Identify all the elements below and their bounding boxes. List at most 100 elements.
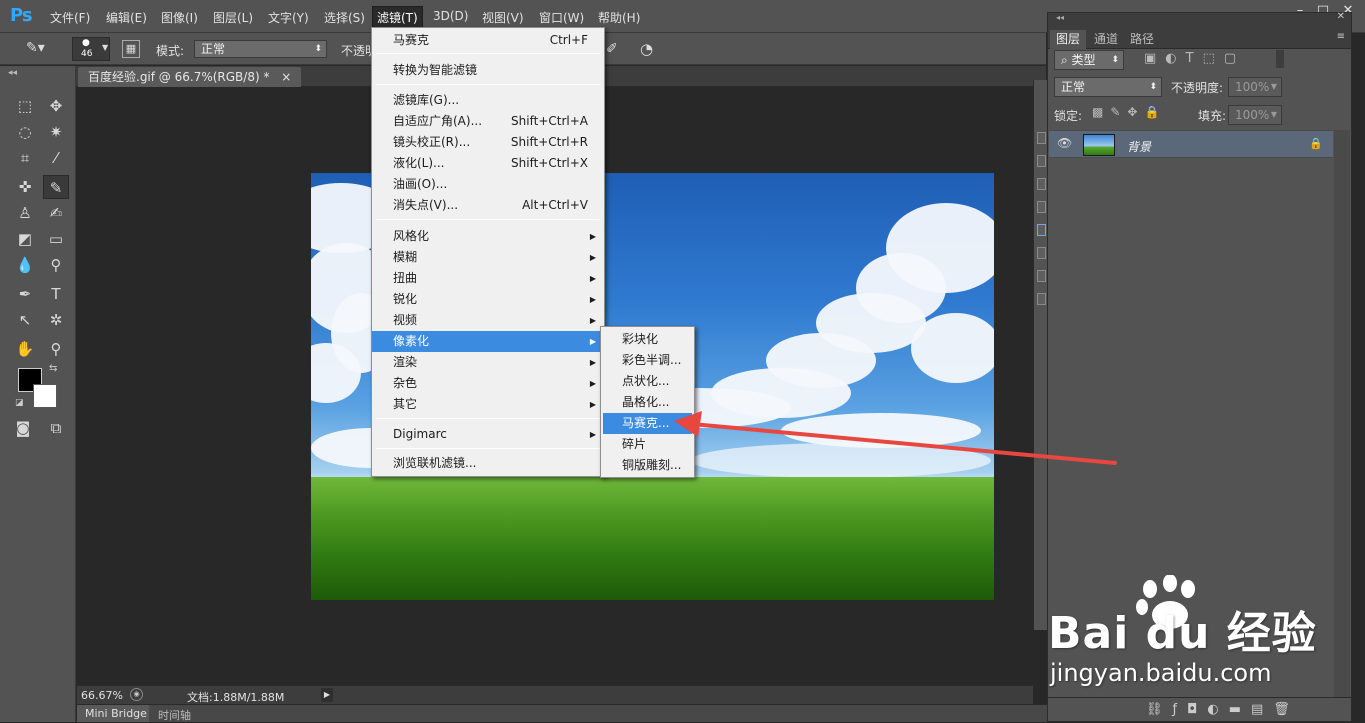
blur-tool-icon[interactable]: 💧 xyxy=(12,253,38,277)
chevron-down-icon: ▼ xyxy=(102,43,109,52)
eyedropper-icon[interactable]: ⁄ xyxy=(43,146,69,170)
dodge-tool-icon[interactable]: ⚲ xyxy=(43,253,69,277)
menu-item-video[interactable]: 视频 ▶ xyxy=(372,310,604,331)
type-tool-icon[interactable]: T xyxy=(43,282,69,306)
brush-panel-icon[interactable]: ▦ xyxy=(122,40,140,58)
strip-item[interactable] xyxy=(1037,155,1046,167)
play-arrow-icon[interactable]: ▶ xyxy=(321,688,333,702)
close-tab-icon[interactable]: × xyxy=(281,70,291,84)
menu-image[interactable]: 图像(I) xyxy=(161,9,198,26)
share-icon[interactable]: ◉ xyxy=(130,688,143,701)
menu-item-render[interactable]: 渲染 ▶ xyxy=(372,352,604,373)
background-color-swatch[interactable] xyxy=(33,384,57,408)
quick-mask-icon[interactable]: ◙ xyxy=(10,416,36,440)
menu-item-oil-paint[interactable]: 油画(O)... xyxy=(372,174,604,195)
default-colors-icon[interactable]: ◪ xyxy=(15,398,24,408)
menu-item-digimarc[interactable]: Digimarc ▶ xyxy=(372,424,604,445)
menu-window[interactable]: 窗口(W) xyxy=(539,9,584,26)
move-tool-icon[interactable]: ✥ xyxy=(43,94,69,118)
filter-toggle[interactable] xyxy=(1276,50,1284,68)
tab-mini-bridge[interactable]: Mini Bridge xyxy=(85,707,147,720)
menu-filter[interactable]: 滤镜(T) xyxy=(372,6,423,28)
zoom-level[interactable]: 66.67% xyxy=(81,689,123,702)
pen-tool-icon[interactable]: ✒ xyxy=(12,282,38,306)
menu-item-browse-filters[interactable]: 浏览联机滤镜... xyxy=(372,453,604,474)
layer-row[interactable]: 👁 背景 🔒 xyxy=(1049,130,1333,158)
pressure-icon[interactable]: ◔ xyxy=(640,40,653,58)
menu-type[interactable]: 文字(Y) xyxy=(268,9,309,26)
path-select-icon[interactable]: ↖ xyxy=(12,308,38,332)
tab-channels[interactable]: 通道 xyxy=(1088,30,1124,49)
opacity-input[interactable]: 100% ▼ xyxy=(1228,77,1282,97)
lasso-tool-icon[interactable]: ◌ xyxy=(12,120,38,144)
tab-timeline[interactable]: 时间轴 xyxy=(158,707,191,723)
submenu-item-color-halftone[interactable]: 彩色半调... xyxy=(603,350,692,371)
panel-menu-icon[interactable]: ≡ xyxy=(1337,31,1345,42)
strip-item[interactable] xyxy=(1037,270,1046,282)
menu-item-smart-filter[interactable]: 转换为智能滤镜 xyxy=(372,60,604,81)
healing-brush-icon[interactable]: ✜ xyxy=(12,175,38,199)
submenu-item-facet[interactable]: 彩块化 xyxy=(603,329,692,350)
magic-wand-icon[interactable]: ✷ xyxy=(43,120,69,144)
strip-item[interactable] xyxy=(1037,247,1046,259)
gradient-tool-icon[interactable]: ▭ xyxy=(43,227,69,251)
hand-tool-icon[interactable]: ✋ xyxy=(12,337,38,361)
airbrush-icon[interactable]: ✐ xyxy=(606,41,618,57)
menu-item-vanishing-point[interactable]: 消失点(V)... Alt+Ctrl+V xyxy=(372,195,604,216)
menu-view[interactable]: 视图(V) xyxy=(482,9,524,26)
strip-item[interactable] xyxy=(1037,132,1046,144)
close-panel-icon[interactable]: ✕ xyxy=(1337,11,1345,22)
stamp-tool-icon[interactable]: ♙ xyxy=(12,201,38,225)
brush-tool-icon[interactable]: ✎ xyxy=(43,175,69,199)
photoshop-logo: Ps xyxy=(10,5,33,26)
fill-input[interactable]: 100% ▼ xyxy=(1228,105,1282,125)
collapse-icon[interactable]: ◂◂ xyxy=(8,68,17,78)
menu-item-filter-gallery[interactable]: 滤镜库(G)... xyxy=(372,90,604,111)
menu-item-adaptive-wide-angle[interactable]: 自适应广角(A)... Shift+Ctrl+A xyxy=(372,111,604,132)
history-brush-icon[interactable]: ✍ xyxy=(43,201,69,225)
shape-tool-icon[interactable]: ✲ xyxy=(43,308,69,332)
blend-mode-select[interactable]: 正常 ⬍ xyxy=(1054,77,1162,97)
menu-item-pixelate[interactable]: 像素化 ▶ xyxy=(372,331,604,352)
lock-icons[interactable]: ▩✎✥🔒 xyxy=(1092,105,1166,119)
menu-select[interactable]: 选择(S) xyxy=(324,9,365,26)
strip-item[interactable] xyxy=(1037,201,1046,213)
strip-item[interactable] xyxy=(1037,224,1046,236)
menu-item-liquify[interactable]: 液化(L)... Shift+Ctrl+X xyxy=(372,153,604,174)
menu-item-stylize[interactable]: 风格化 ▶ xyxy=(372,226,604,247)
layer-name[interactable]: 背景 xyxy=(1127,138,1151,155)
menu-item-lens-correction[interactable]: 镜头校正(R)... Shift+Ctrl+R xyxy=(372,132,604,153)
strip-item[interactable] xyxy=(1037,178,1046,190)
tab-layers[interactable]: 图层 xyxy=(1050,30,1087,49)
menu-layer[interactable]: 图层(L) xyxy=(213,9,253,26)
submenu-item-pointillize[interactable]: 点状化... xyxy=(603,371,692,392)
document-tab[interactable]: 百度经验.gif @ 66.7%(RGB/8) * × xyxy=(78,67,302,87)
layer-filter-select[interactable]: ⌕ 类型 ⬍ xyxy=(1054,50,1124,70)
crop-tool-icon[interactable]: ⌗ xyxy=(12,146,38,170)
strip-item[interactable] xyxy=(1037,293,1046,305)
filter-icons[interactable]: ▣◐T⬚▢ xyxy=(1144,51,1245,66)
layer-action-icons[interactable]: ⛓ƒ◘◐▬▤🗑 xyxy=(1146,702,1300,717)
menu-item-last-filter[interactable]: 马赛克 Ctrl+F xyxy=(372,30,604,51)
menu-file[interactable]: 文件(F) xyxy=(50,9,90,26)
screen-mode-icon[interactable]: ⧉ xyxy=(43,416,69,440)
tab-paths[interactable]: 路径 xyxy=(1124,30,1160,49)
collapse-icon[interactable]: ◂◂ xyxy=(1056,13,1064,22)
menu-edit[interactable]: 编辑(E) xyxy=(106,9,147,26)
menu-item-other[interactable]: 其它 ▶ xyxy=(372,394,604,415)
swap-colors-icon[interactable]: ⇆ xyxy=(49,363,57,374)
menu-item-blur[interactable]: 模糊 ▶ xyxy=(372,247,604,268)
brush-tool-icon[interactable]: ✎▾ xyxy=(26,40,45,56)
mode-select[interactable]: 正常 ⬍ xyxy=(194,40,327,58)
menu-item-sharpen[interactable]: 锐化 ▶ xyxy=(372,289,604,310)
eraser-tool-icon[interactable]: ◩ xyxy=(12,227,38,251)
brush-preset-picker[interactable]: ● 46 ▼ xyxy=(72,37,110,61)
menu-3d[interactable]: 3D(D) xyxy=(433,9,468,23)
zoom-tool-icon[interactable]: ⚲ xyxy=(43,337,69,361)
eye-icon[interactable]: 👁 xyxy=(1057,136,1072,150)
marquee-tool-icon[interactable]: ⬚ xyxy=(12,94,38,118)
menu-help[interactable]: 帮助(H) xyxy=(598,9,640,26)
menu-item-distort[interactable]: 扭曲 ▶ xyxy=(372,268,604,289)
panel-tabs: 图层 通道 路径 ≡ xyxy=(1048,27,1351,49)
menu-item-noise[interactable]: 杂色 ▶ xyxy=(372,373,604,394)
